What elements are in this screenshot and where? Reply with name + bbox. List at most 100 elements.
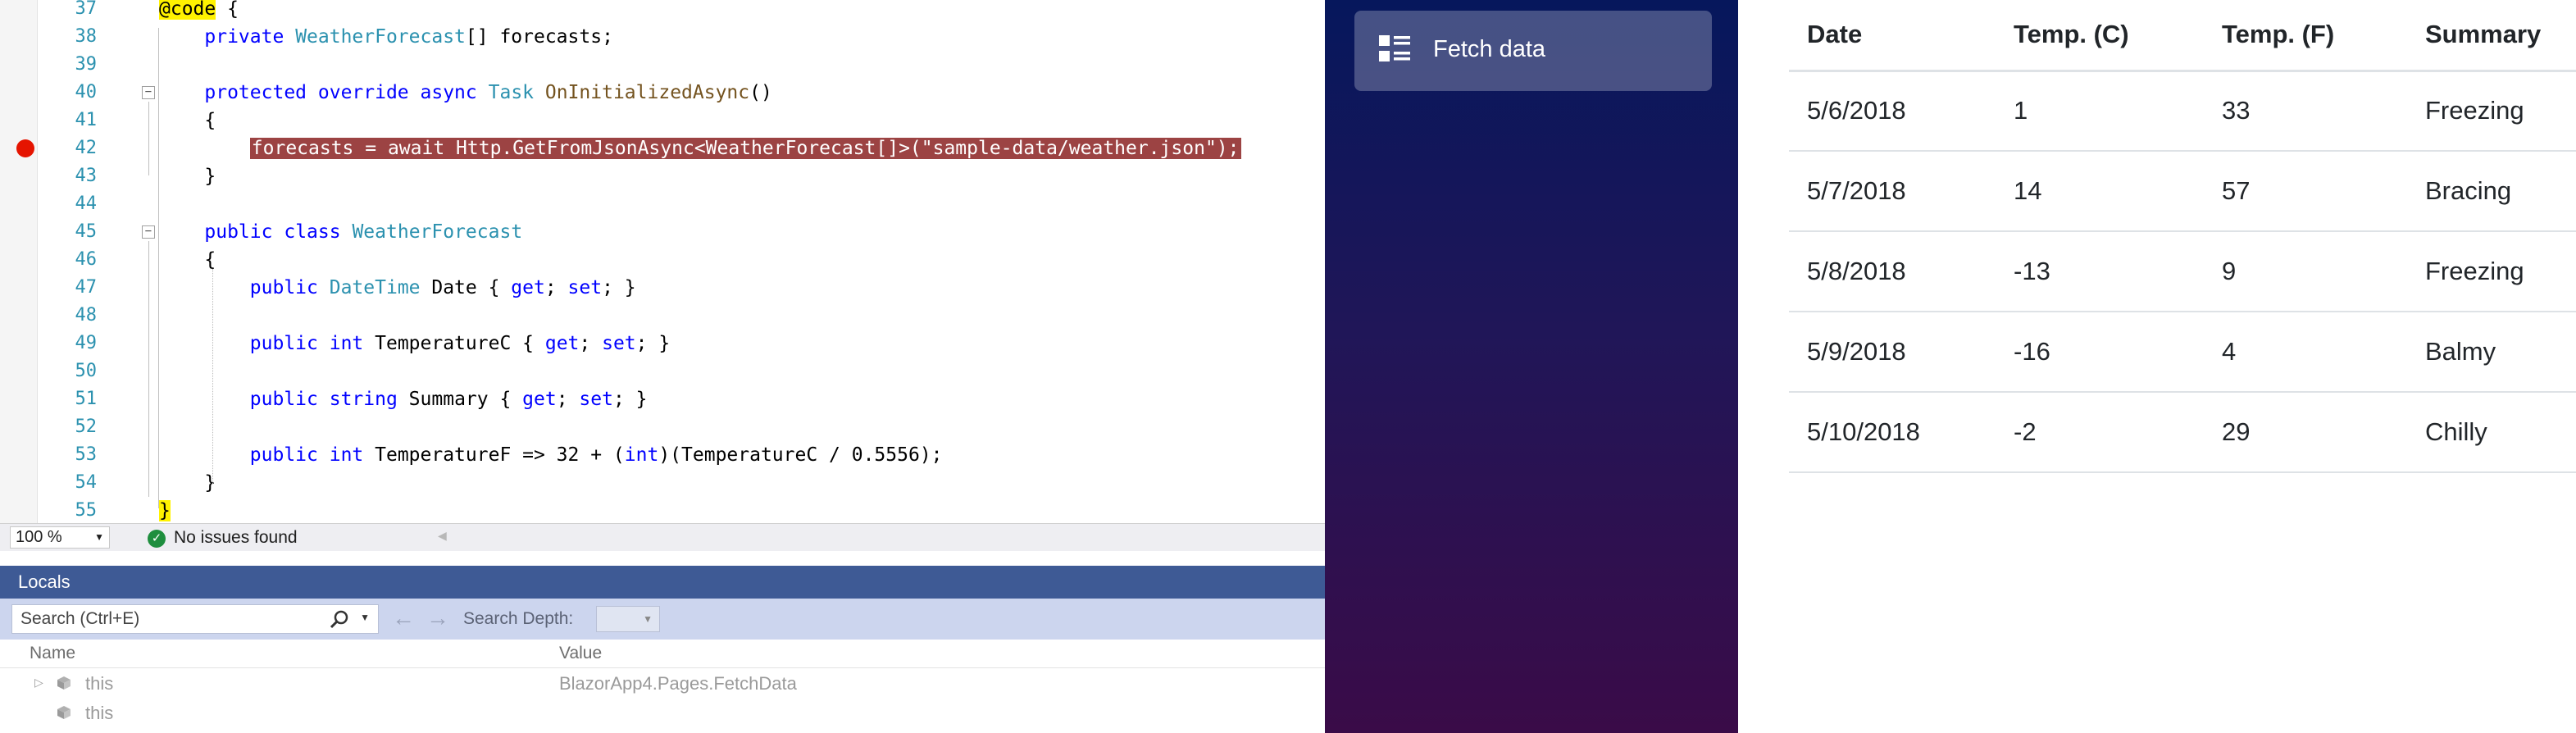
code-editor[interactable]: 37 @code {38 private WeatherForecast[] fo…	[0, 0, 1325, 523]
editor-status-bar: 100 % ▼ ✓ No issues found ◀	[0, 523, 1325, 551]
search-depth-dropdown[interactable]: ▼	[596, 606, 660, 632]
chevron-down-icon: ▼	[94, 531, 104, 543]
list-rich-icon	[1379, 35, 1410, 61]
locals-row[interactable]: this	[0, 699, 1325, 728]
object-cube-icon	[57, 676, 71, 690]
issues-status-text[interactable]: No issues found	[174, 528, 298, 548]
code-token: Date {	[420, 277, 512, 298]
code-line[interactable]: 38 private WeatherForecast[] forecasts;	[0, 23, 1325, 51]
cell-temp-f: 57	[2204, 151, 2407, 232]
code-text: }	[159, 162, 216, 190]
outline-bar-code	[158, 28, 159, 508]
line-number: 52	[75, 417, 98, 437]
search-next-arrow-icon[interactable]: →	[426, 606, 449, 631]
column-header-value[interactable]: Value	[559, 644, 602, 663]
column-header-name[interactable]: Name	[30, 644, 75, 663]
code-token: private	[204, 26, 284, 48]
local-name: this	[85, 703, 114, 723]
line-number: 48	[75, 305, 98, 326]
code-line[interactable]: 50	[0, 357, 1325, 385]
outline-bar-method	[148, 102, 149, 175]
code-token: int	[624, 444, 659, 466]
locals-row[interactable]: ▷ this BlazorApp4.Pages.FetchData	[0, 669, 1325, 699]
zoom-level-value: 100 %	[16, 528, 62, 546]
code-line[interactable]: 41 {	[0, 107, 1325, 134]
code-text: public int TemperatureC { get; set; }	[159, 330, 670, 357]
code-line[interactable]: 48	[0, 302, 1325, 330]
table-header-row: Date Temp. (C) Temp. (F) Summary	[1789, 0, 2576, 72]
code-token: DateTime	[329, 277, 421, 298]
nav-item-fetch-data[interactable]: Fetch data	[1354, 11, 1712, 91]
locals-search-input[interactable]	[20, 608, 324, 630]
locals-search-box[interactable]: ▼	[11, 604, 379, 634]
code-line[interactable]: 47 public DateTime Date { get; set; }	[0, 274, 1325, 302]
code-line[interactable]: 51 public string Summary { get; set; }	[0, 385, 1325, 413]
chevron-down-icon: ▼	[643, 613, 653, 625]
check-circle-icon[interactable]: ✓	[148, 530, 166, 548]
zoom-level-dropdown[interactable]: 100 % ▼	[10, 526, 110, 549]
cell-date: 5/10/2018	[1789, 392, 1996, 473]
code-token: int	[329, 333, 364, 354]
scroll-left-arrow-icon[interactable]: ◀	[438, 529, 447, 543]
code-text: public DateTime Date { get; set; }	[159, 274, 636, 302]
search-previous-arrow-icon[interactable]: ←	[392, 606, 415, 631]
search-icon[interactable]	[329, 609, 350, 631]
line-number: 51	[75, 389, 98, 409]
page-content: Date Temp. (C) Temp. (F) Summary 5/6/201…	[1738, 0, 2576, 733]
code-line[interactable]: 53 public int TemperatureF => 32 + (int)…	[0, 441, 1325, 469]
collapse-toggle-icon[interactable]: −	[142, 225, 155, 239]
line-number: 46	[75, 249, 98, 270]
code-token: WeatherForecast	[295, 26, 466, 48]
cell-summary: Balmy	[2407, 312, 2576, 393]
locals-toolbar: ▼ ← → Search Depth: ▼	[0, 599, 1325, 640]
code-line[interactable]: 55}	[0, 497, 1325, 523]
code-line[interactable]: 37 @code {	[0, 0, 1325, 23]
line-number: 50	[75, 361, 98, 381]
code-line[interactable]: 40 − protected override async Task OnInit…	[0, 79, 1325, 107]
code-token: public	[249, 277, 318, 298]
locals-panel-title: Locals	[0, 566, 1325, 599]
column-header-date: Date	[1789, 0, 1996, 72]
expand-arrow-icon[interactable]: ▷	[34, 676, 43, 690]
code-token: ; }	[635, 333, 671, 354]
code-line[interactable]: 54 }	[0, 469, 1325, 497]
code-token: {	[159, 249, 216, 271]
collapse-toggle-icon[interactable]: −	[142, 86, 155, 99]
code-line[interactable]: 49 public int TemperatureC { get; set; }	[0, 330, 1325, 357]
code-line[interactable]: 44	[0, 190, 1325, 218]
locals-grid: Name Value ▷ this BlazorApp4.Pages.Fetch…	[0, 640, 1325, 733]
table-row: 5/10/2018 -2 29 Chilly	[1789, 392, 2576, 473]
code-token: set	[567, 277, 603, 298]
cell-temp-c: -2	[1996, 392, 2204, 473]
line-number: 55	[75, 500, 98, 521]
code-token: {	[159, 110, 216, 131]
line-number: 39	[75, 54, 98, 75]
line-number: 53	[75, 444, 98, 465]
code-line[interactable]: 45 − public class WeatherForecast	[0, 218, 1325, 246]
code-line[interactable]: 42 forecasts = await Http.GetFromJsonAsy…	[0, 134, 1325, 162]
code-line[interactable]: 39	[0, 51, 1325, 79]
table-row: 5/7/2018 14 57 Bracing	[1789, 151, 2576, 232]
code-token: get	[511, 277, 545, 298]
code-line[interactable]: 46 {	[0, 246, 1325, 274]
line-number: 38	[75, 26, 98, 47]
cell-summary: Freezing	[2407, 71, 2576, 152]
line-number: 41	[75, 110, 98, 130]
code-line[interactable]: 52	[0, 413, 1325, 441]
app-sidebar: Fetch data	[1325, 0, 1738, 733]
code-token: public	[249, 444, 318, 466]
code-line[interactable]: 43 }	[0, 162, 1325, 190]
code-token: @code	[159, 0, 216, 20]
breakpoint-icon[interactable]	[16, 139, 34, 157]
search-options-chevron-icon[interactable]: ▼	[360, 612, 370, 623]
cell-summary: Chilly	[2407, 392, 2576, 473]
cell-temp-f: 29	[2204, 392, 2407, 473]
column-header-temp-c: Temp. (C)	[1996, 0, 2204, 72]
